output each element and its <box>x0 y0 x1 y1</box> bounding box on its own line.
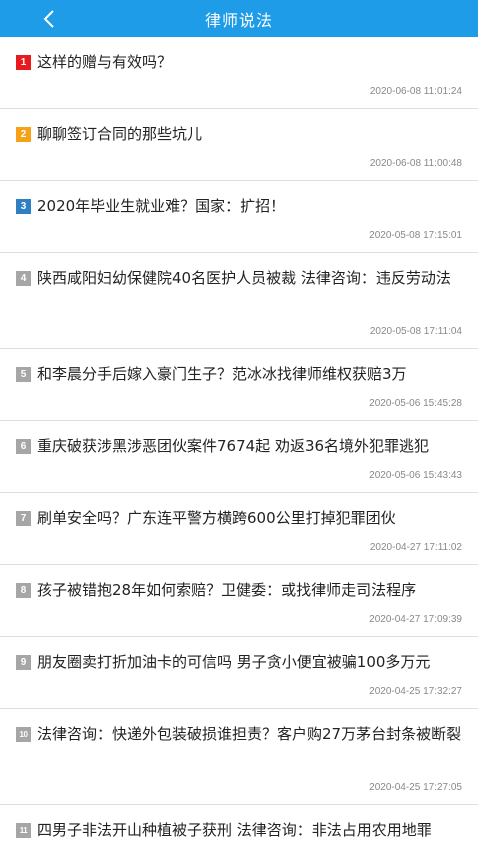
list-item[interactable]: 1 这样的赠与有效吗？ 2020-06-08 11:01:24 <box>0 37 478 109</box>
article-title: 和李晨分手后嫁入豪门生子？范冰冰找律师维权获赔3万 <box>37 365 407 383</box>
rank-badge: 10 <box>16 727 31 742</box>
rank-badge: 4 <box>16 271 31 286</box>
article-time: 2020-05-08 17:11:04 <box>369 326 462 337</box>
list-item[interactable]: 5 和李晨分手后嫁入豪门生子？范冰冰找律师维权获赔3万 2020-05-06 1… <box>0 349 478 421</box>
article-time: 2020-06-08 11:01:24 <box>369 86 462 97</box>
article-title: 四男子非法开山种植被子获刑 法律咨询：非法占用农用地罪 <box>37 821 432 839</box>
article-title: 这样的赠与有效吗？ <box>37 53 173 71</box>
rank-badge: 11 <box>16 823 31 838</box>
article-time: 2020-04-27 17:09:39 <box>369 614 462 625</box>
rank-badge: 3 <box>16 199 31 214</box>
article-time: 2020-05-08 17:15:01 <box>369 230 462 241</box>
article-title: 朋友圈卖打折加油卡的可信吗 男子贪小便宜被骗100多万元 <box>37 653 431 671</box>
article-title: 2020年毕业生就业难？国家：扩招！ <box>37 197 286 215</box>
article-time: 2020-06-08 11:00:48 <box>369 158 462 169</box>
rank-badge: 2 <box>16 127 31 142</box>
article-time: 2020-04-25 17:32:27 <box>369 686 462 697</box>
rank-badge: 1 <box>16 55 31 70</box>
list-item[interactable]: 6 重庆破获涉黑涉恶团伙案件7674起 劝返36名境外犯罪逃犯 2020-05-… <box>0 421 478 493</box>
rank-badge: 8 <box>16 583 31 598</box>
list-item[interactable]: 11 四男子非法开山种植被子获刑 法律咨询：非法占用农用地罪 <box>0 805 478 845</box>
rank-badge: 7 <box>16 511 31 526</box>
list-item[interactable]: 7 刷单安全吗？广东连平警方横跨600公里打掉犯罪团伙 2020-04-27 1… <box>0 493 478 565</box>
list-item[interactable]: 10 法律咨询：快递外包装破损谁担责？客户购27万茅台封条被断裂 2020-04… <box>0 709 478 805</box>
article-time: 2020-05-06 15:45:28 <box>369 398 462 409</box>
article-title: 法律咨询：快递外包装破损谁担责？客户购27万茅台封条被断裂 <box>37 725 462 743</box>
chevron-left-icon <box>43 9 54 28</box>
article-time: 2020-05-06 15:43:43 <box>369 470 462 481</box>
article-title: 聊聊签订合同的那些坑儿 <box>37 125 203 143</box>
rank-badge: 6 <box>16 439 31 454</box>
article-title: 刷单安全吗？广东连平警方横跨600公里打掉犯罪团伙 <box>37 509 396 527</box>
article-title: 陕西咸阳妇幼保健院40名医护人员被裁 法律咨询：违反劳动法 <box>37 269 451 287</box>
list-item[interactable]: 4 陕西咸阳妇幼保健院40名医护人员被裁 法律咨询：违反劳动法 2020-05-… <box>0 253 478 349</box>
article-time: 2020-04-27 17:11:02 <box>369 542 462 553</box>
page-title: 律师说法 <box>204 10 273 30</box>
top-bar: 律师说法 <box>0 0 478 37</box>
list-item[interactable]: 9 朋友圈卖打折加油卡的可信吗 男子贪小便宜被骗100多万元 2020-04-2… <box>0 637 478 709</box>
article-title: 重庆破获涉黑涉恶团伙案件7674起 劝返36名境外犯罪逃犯 <box>37 437 430 455</box>
list-item[interactable]: 2 聊聊签订合同的那些坑儿 2020-06-08 11:00:48 <box>0 109 478 181</box>
list-item[interactable]: 3 2020年毕业生就业难？国家：扩招！ 2020-05-08 17:15:01 <box>0 181 478 253</box>
back-button[interactable] <box>34 0 64 37</box>
rank-badge: 5 <box>16 367 31 382</box>
article-title: 孩子被错抱28年如何索赔？卫健委：或找律师走司法程序 <box>37 581 417 599</box>
article-list: 1 这样的赠与有效吗？ 2020-06-08 11:01:24 2 聊聊签订合同… <box>0 37 478 845</box>
article-time: 2020-04-25 17:27:05 <box>369 782 462 793</box>
list-item[interactable]: 8 孩子被错抱28年如何索赔？卫健委：或找律师走司法程序 2020-04-27 … <box>0 565 478 637</box>
rank-badge: 9 <box>16 655 31 670</box>
